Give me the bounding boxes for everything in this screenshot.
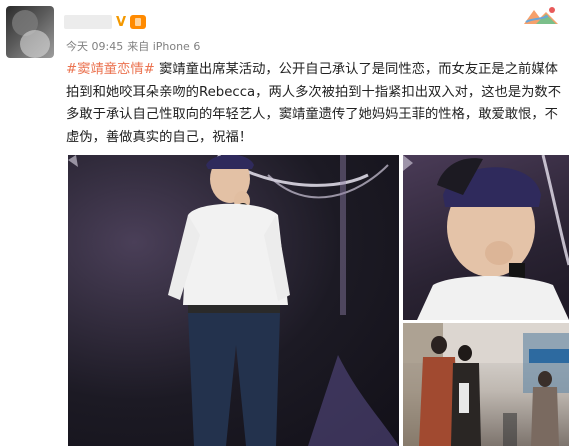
avatar-blur-shape bbox=[20, 30, 50, 58]
post-photo-2[interactable] bbox=[403, 155, 569, 320]
member-level-icon bbox=[130, 15, 147, 29]
hashtag-link[interactable]: #窦靖童恋情# bbox=[66, 62, 155, 77]
username-blurred[interactable] bbox=[64, 15, 112, 29]
post-photo-3[interactable] bbox=[403, 323, 569, 446]
closeup-photo-illustration bbox=[403, 155, 569, 320]
decoration-card-icon bbox=[524, 7, 558, 24]
post-time[interactable]: 今天 09:45 bbox=[66, 38, 123, 54]
street-photo-illustration bbox=[403, 323, 569, 446]
post-meta: 今天 09:45 来自 iPhone 6 bbox=[66, 38, 200, 54]
avatar[interactable] bbox=[6, 6, 54, 58]
post-body: #窦靖童恋情# 窦靖童出席某活动，公开自己承认了是同性恋，而女友正是之前媒体拍到… bbox=[66, 59, 566, 149]
post-photo-1[interactable] bbox=[68, 155, 399, 446]
stage-photo-illustration bbox=[68, 155, 399, 446]
user-row: V bbox=[64, 12, 147, 32]
verified-icon: V bbox=[116, 14, 127, 30]
post-source[interactable]: 来自 iPhone 6 bbox=[127, 38, 200, 54]
